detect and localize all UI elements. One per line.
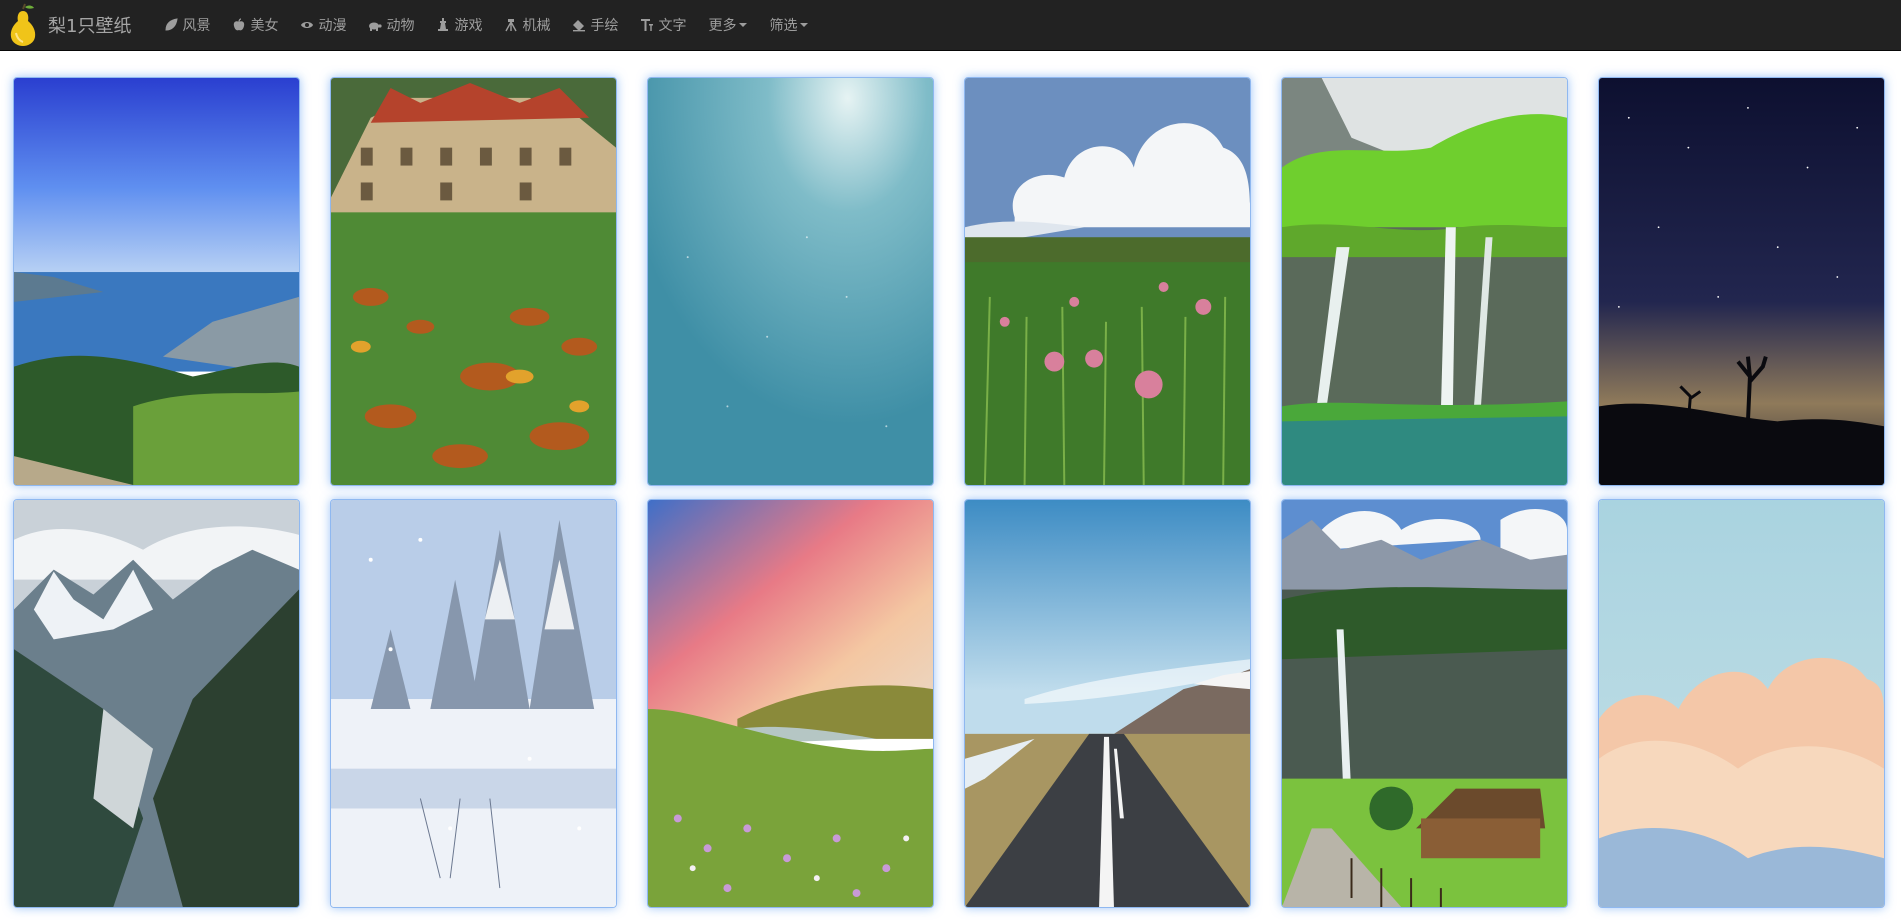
nav-item-text[interactable]: 文字 [629, 0, 697, 51]
wallpaper-teal-sky-image [648, 78, 933, 485]
wallpaper-lake-mountain-image [14, 78, 299, 485]
nav-item-label: 游戏 [454, 18, 483, 34]
caret-down-icon [800, 23, 809, 27]
brand-link[interactable]: 梨1只壁纸 [0, 0, 153, 51]
wallpaper-mansion-leaves-image [331, 78, 616, 485]
nav-item-scenery[interactable]: 风景 [153, 0, 221, 51]
wallpaper-alpine-cabin-image [1282, 500, 1567, 907]
wallpaper-starry-night-image [1599, 78, 1884, 485]
nav-item-animals[interactable]: 动物 [357, 0, 425, 51]
nav-item-label: 动漫 [318, 18, 347, 34]
filter-label: 筛选 [769, 18, 798, 34]
nav-item-label: 美女 [250, 18, 279, 34]
wallpaper-waterfall-image [1282, 78, 1567, 485]
brand-name: 梨1只壁纸 [48, 16, 132, 37]
wallpaper-card[interactable] [330, 499, 617, 908]
top-navbar: 梨1只壁纸 风景 美女 动漫 动物 游戏 机械 手绘 文字 更多 筛选 [0, 0, 1901, 51]
nav-item-label: 动物 [386, 18, 415, 34]
wallpaper-card[interactable] [1598, 77, 1885, 486]
wallpaper-snow-forest-image [331, 500, 616, 907]
wallpaper-card[interactable] [647, 499, 934, 908]
nav-item-label: 手绘 [590, 18, 619, 34]
wallpaper-card[interactable] [1281, 77, 1568, 486]
turtle-icon [369, 22, 383, 31]
wallpaper-sunset-meadow-image [648, 500, 933, 907]
wallpaper-card[interactable] [964, 499, 1251, 908]
nav-item-games[interactable]: 游戏 [425, 0, 493, 51]
nav-item-machinery[interactable]: 机械 [493, 0, 561, 51]
nav-item-label: 风景 [182, 18, 211, 34]
apple-icon [234, 18, 245, 31]
wallpaper-grid [13, 77, 1885, 908]
leaf-icon [165, 18, 179, 31]
wallpaper-card[interactable] [964, 77, 1251, 486]
wallpaper-open-road-image [965, 500, 1250, 907]
wallpaper-glacier-image [14, 500, 299, 907]
pear-icon [10, 3, 36, 46]
nav-dropdown-more[interactable]: 更多 [697, 0, 758, 51]
nav-dropdown-filter[interactable]: 筛选 [758, 0, 819, 51]
text-icon [641, 19, 654, 31]
eraser-icon [573, 20, 586, 32]
wallpaper-card[interactable] [1281, 499, 1568, 908]
nav-item-label: 文字 [658, 18, 687, 34]
nav-item-label: 机械 [522, 18, 551, 34]
tripod-icon [505, 19, 518, 32]
wallpaper-card[interactable] [1598, 499, 1885, 908]
wallpaper-card[interactable] [13, 77, 300, 486]
wallpaper-card[interactable] [330, 77, 617, 486]
more-label: 更多 [708, 18, 737, 34]
wallpaper-card[interactable] [13, 499, 300, 908]
wallpaper-card[interactable] [647, 77, 934, 486]
nav-item-anime[interactable]: 动漫 [289, 0, 357, 51]
caret-down-icon [739, 23, 748, 27]
nav-item-beauty[interactable]: 美女 [221, 0, 289, 51]
nav-item-handdrawn[interactable]: 手绘 [561, 0, 629, 51]
wallpaper-pastel-clouds-image [1599, 500, 1884, 907]
eye-icon [301, 22, 314, 28]
wallpaper-poppy-field-image [965, 78, 1250, 485]
chess-icon [438, 18, 449, 31]
